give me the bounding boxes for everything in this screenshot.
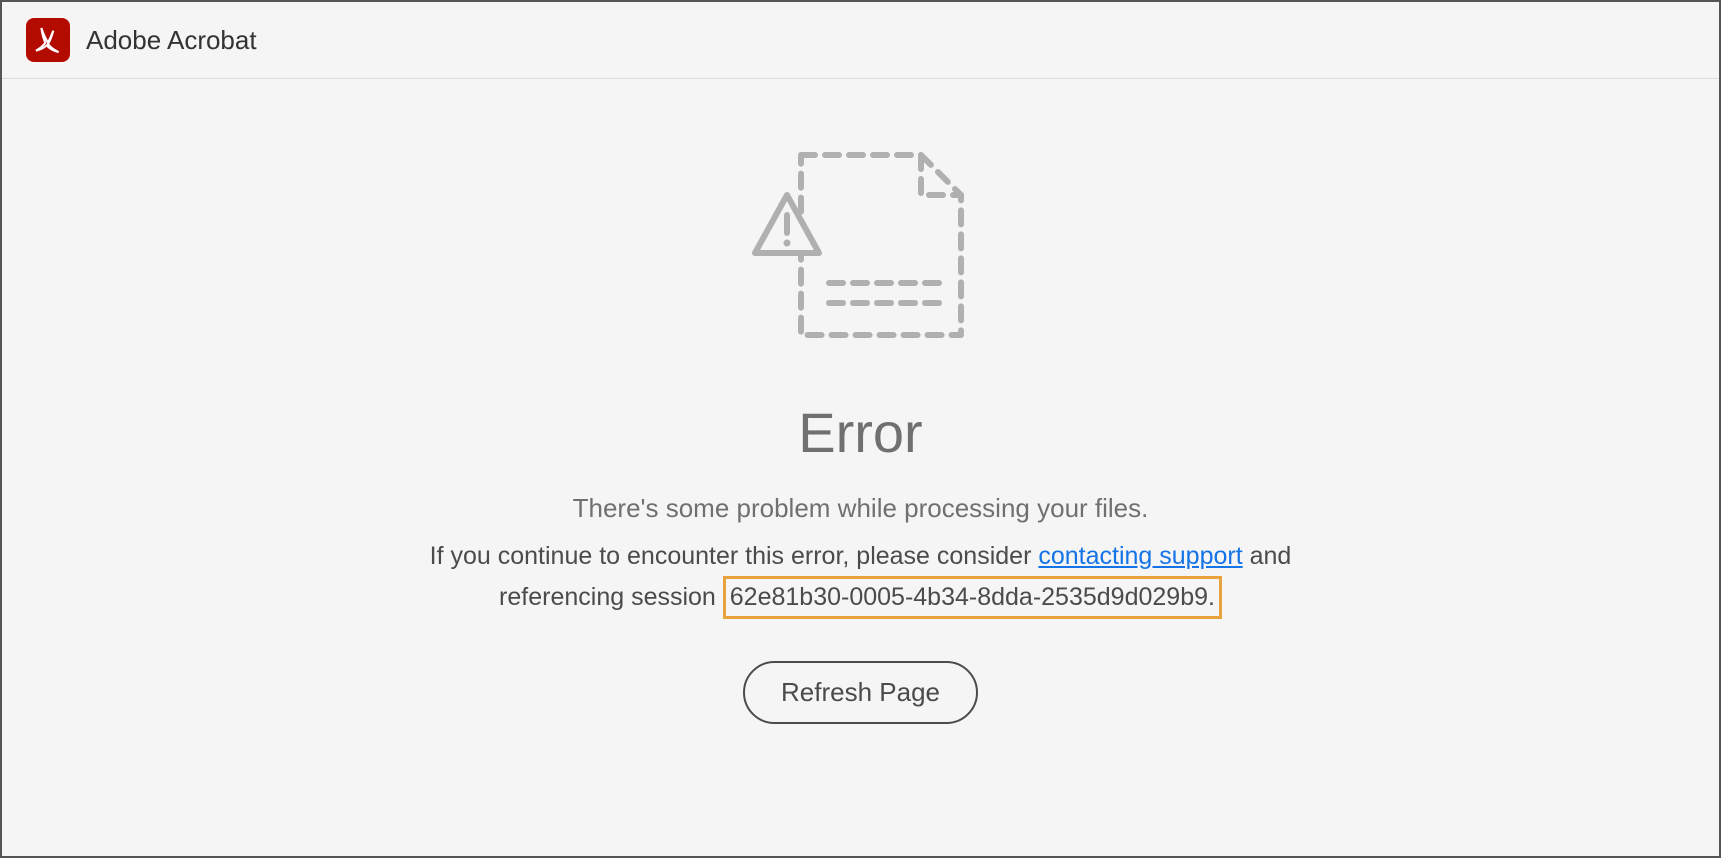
contact-support-link[interactable]: contacting support [1038,542,1242,570]
error-heading: Error [798,400,922,465]
app-header: Adobe Acrobat [2,2,1719,79]
error-description-prefix: If you continue to encounter this error,… [430,542,1039,570]
session-id: 62e81b30-0005-4b34-8dda-2535d9d029b9. [723,576,1222,620]
refresh-page-button[interactable]: Refresh Page [743,661,978,724]
acrobat-logo-icon [26,18,70,62]
error-description: If you continue to encounter this error,… [421,538,1301,619]
error-document-icon [731,135,991,360]
app-title: Adobe Acrobat [86,25,257,56]
error-content: Error There's some problem while process… [2,79,1719,724]
error-subtitle: There's some problem while processing yo… [573,493,1149,524]
